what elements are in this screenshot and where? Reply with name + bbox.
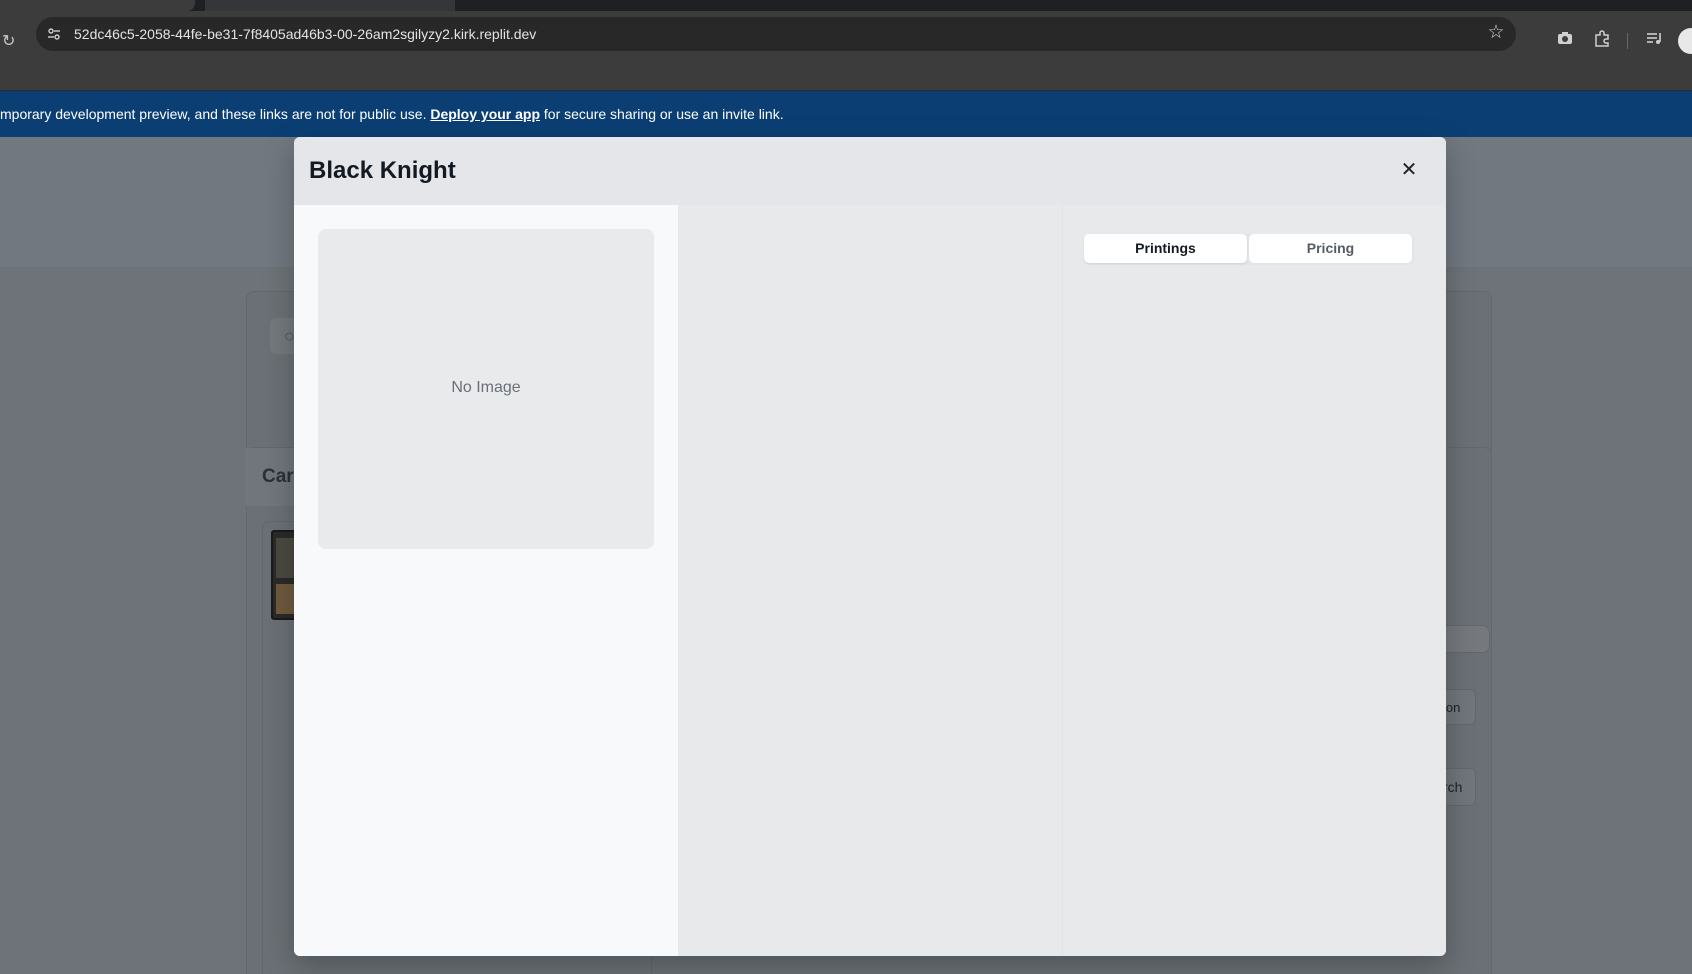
reload-icon[interactable]: ↻	[2, 33, 20, 51]
browser-tabstrip	[0, 0, 1692, 11]
banner-text-before: mporary development preview, and these l…	[0, 106, 431, 122]
card-detail-modal: Black Knight ✕ No Image Printings Pricin…	[294, 137, 1446, 956]
bookmarks-bar	[0, 67, 1692, 91]
toolbar-divider	[1627, 33, 1628, 49]
banner-text-after: for secure sharing or use an invite link…	[540, 106, 784, 122]
no-image-label: No Image	[451, 379, 521, 396]
dev-preview-banner: mporary development preview, and these l…	[0, 91, 1692, 137]
card-image-placeholder: No Image	[318, 229, 654, 549]
card-details-column	[678, 205, 1062, 956]
modal-title: Black Knight	[309, 157, 456, 184]
media-queue-icon[interactable]	[1644, 29, 1664, 49]
card-art	[276, 538, 294, 578]
background-input	[1440, 625, 1490, 653]
star-icon[interactable]: ☆	[1486, 23, 1506, 43]
tune-icon[interactable]	[46, 26, 62, 42]
tab-printings[interactable]: Printings	[1084, 234, 1247, 263]
banner-text: mporary development preview, and these l…	[0, 106, 784, 122]
deploy-app-link[interactable]: Deploy your app	[430, 106, 540, 122]
card-image-column: No Image	[294, 205, 678, 956]
background-card-title: Car	[262, 466, 294, 487]
puzzle-icon[interactable]	[1592, 29, 1612, 49]
browser-tab[interactable]	[205, 0, 455, 11]
modal-header: Black Knight ✕	[294, 137, 1446, 205]
profile-avatar[interactable]	[1678, 28, 1692, 54]
card-textbox	[276, 584, 294, 614]
tab-pricing[interactable]: Pricing	[1249, 234, 1412, 263]
card-tabs-column	[1062, 205, 1446, 956]
url-text[interactable]: 52dc46c5-2058-44fe-be31-7f8405ad46b3-00-…	[74, 26, 536, 42]
address-bar[interactable]: 52dc46c5-2058-44fe-be31-7f8405ad46b3-00-…	[36, 17, 1516, 51]
printings-pricing-tabs: Printings Pricing	[1084, 234, 1414, 265]
browser-tab-active[interactable]	[0, 0, 195, 11]
close-icon[interactable]: ✕	[1398, 159, 1420, 181]
browser-toolbar: ↻ 52dc46c5-2058-44fe-be31-7f8405ad46b3-0…	[0, 11, 1692, 67]
camera-icon[interactable]	[1555, 29, 1575, 49]
